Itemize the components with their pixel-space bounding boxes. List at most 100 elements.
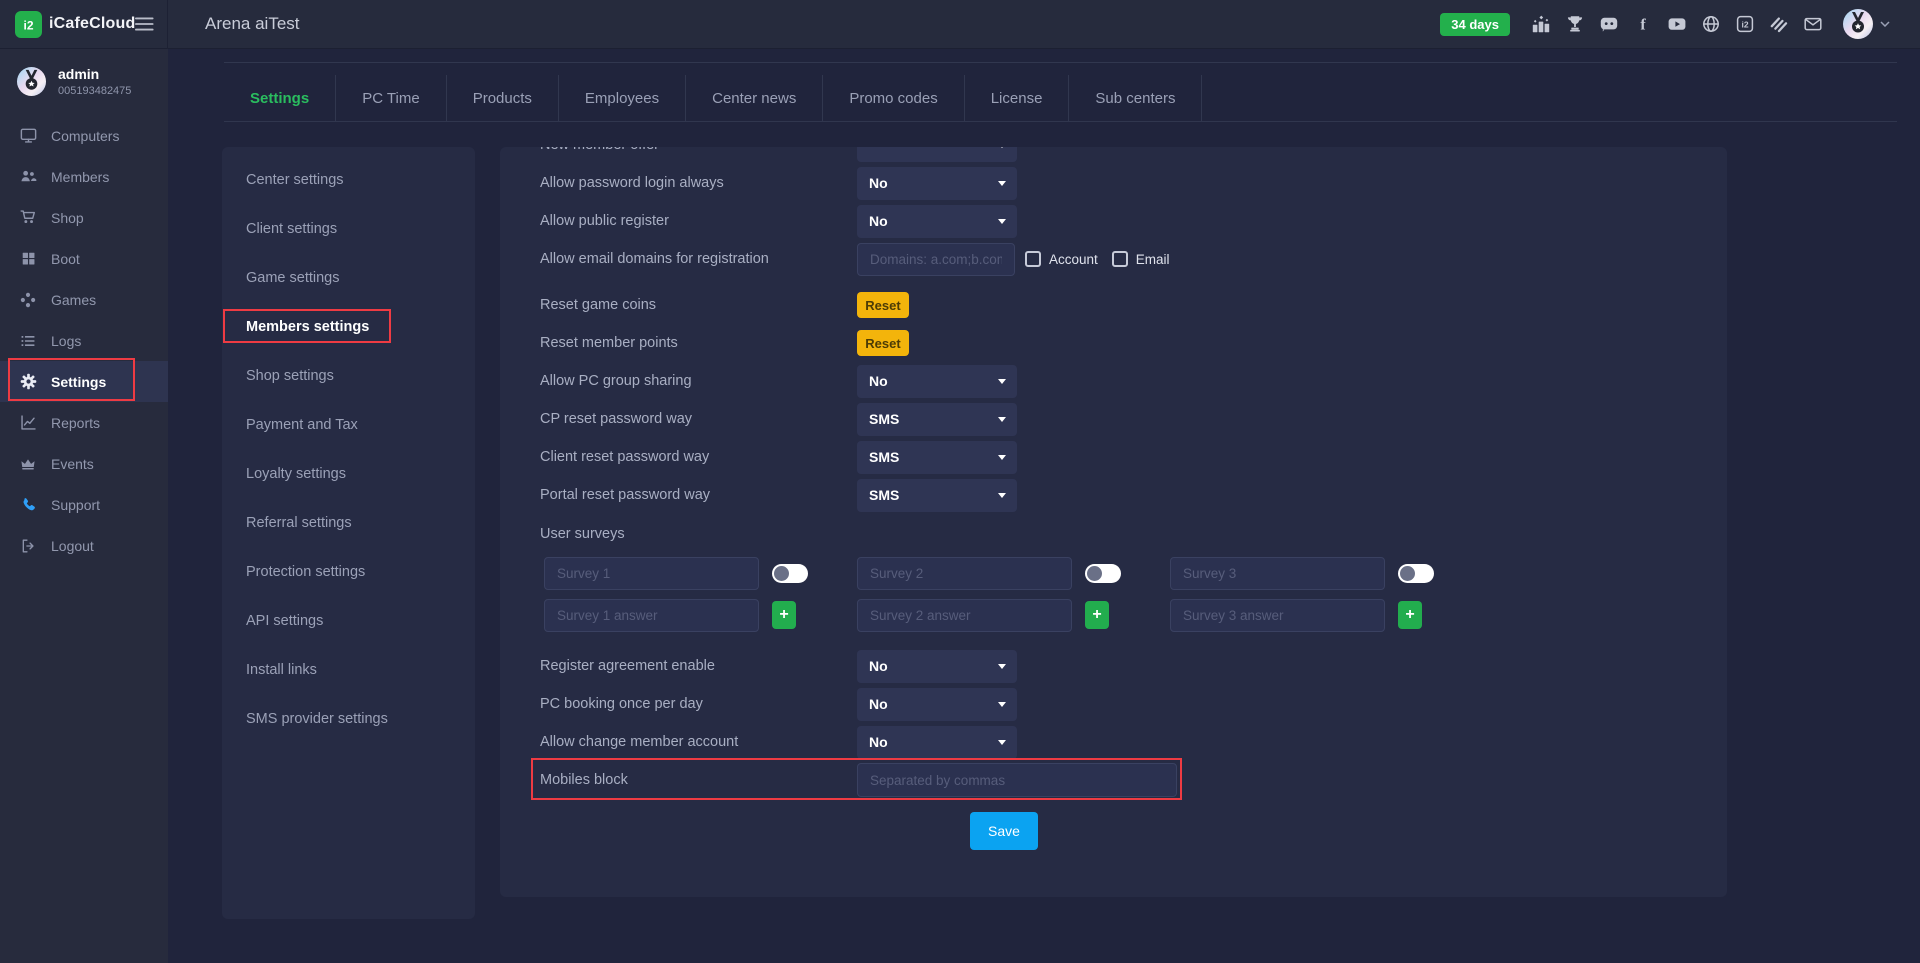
survey2-answer-input[interactable]	[857, 599, 1072, 632]
mail-icon[interactable]	[1802, 13, 1824, 35]
reset-member-points-button[interactable]: Reset	[857, 330, 909, 356]
field-label: Allow public register	[540, 213, 857, 229]
survey3-add-button[interactable]: +	[1398, 601, 1422, 629]
survey1-toggle[interactable]	[772, 564, 808, 583]
account-checkbox[interactable]	[1025, 251, 1041, 267]
menu-protection-settings[interactable]: Protection settings	[222, 547, 475, 596]
license-days-badge[interactable]: 34 days	[1440, 13, 1510, 36]
brand-name: iCafeCloud	[49, 15, 135, 33]
menu-sms-provider-settings[interactable]: SMS provider settings	[222, 694, 475, 743]
chevron-down-icon	[1880, 21, 1890, 27]
hamburger-menu-icon[interactable]	[135, 17, 154, 31]
survey1-answer-input[interactable]	[544, 599, 759, 632]
brand-logo[interactable]: i2 iCafeCloud	[15, 11, 135, 38]
field-label: New member offer	[540, 147, 857, 153]
field-label: Client reset password way	[540, 449, 857, 465]
tab-sub-centers[interactable]: Sub centers	[1069, 75, 1202, 121]
email-checkbox[interactable]	[1112, 251, 1128, 267]
change-member-account-select[interactable]: No	[857, 726, 1017, 759]
cp-reset-password-select[interactable]: SMS	[857, 403, 1017, 436]
mobiles-block-input[interactable]	[857, 763, 1177, 797]
gear-icon	[18, 372, 38, 392]
svg-text:i2: i2	[1741, 19, 1748, 29]
new-member-offer-select[interactable]	[857, 147, 1017, 162]
email-domains-input[interactable]	[857, 243, 1015, 276]
sidebar-item-members[interactable]: Members	[0, 156, 168, 197]
menu-payment-and-tax[interactable]: Payment and Tax	[222, 400, 475, 449]
tab-settings[interactable]: Settings	[224, 75, 336, 121]
pc-group-sharing-select[interactable]: No	[857, 365, 1017, 398]
tab-pc-time[interactable]: PC Time	[336, 75, 447, 121]
survey3-input[interactable]	[1170, 557, 1385, 590]
youtube-icon[interactable]	[1666, 13, 1688, 35]
field-label: Reset game coins	[540, 297, 857, 313]
sidebar-item-support[interactable]: Support	[0, 484, 168, 525]
sidebar-item-events[interactable]: Events	[0, 443, 168, 484]
sidebar-item-games[interactable]: Games	[0, 279, 168, 320]
members-settings-form: New member offer Allow password login al…	[500, 147, 1727, 897]
field-label: PC booking once per day	[540, 696, 857, 712]
pc-booking-select[interactable]: No	[857, 688, 1017, 721]
sidebar-item-label: Reports	[51, 415, 100, 431]
form-row-email-domains: Allow email domains for registration Acc…	[500, 240, 1727, 278]
reset-game-coins-button[interactable]: Reset	[857, 292, 909, 318]
client-reset-password-select[interactable]: SMS	[857, 441, 1017, 474]
menu-shop-settings[interactable]: Shop settings	[222, 351, 475, 400]
discord-icon[interactable]	[1598, 13, 1620, 35]
logo-area: i2 iCafeCloud	[0, 0, 168, 49]
globe-icon[interactable]	[1700, 13, 1722, 35]
sidebar-item-logs[interactable]: Logs	[0, 320, 168, 361]
menu-loyalty-settings[interactable]: Loyalty settings	[222, 449, 475, 498]
pages-icon[interactable]	[1768, 13, 1790, 35]
account-checkbox-label: Account	[1049, 252, 1098, 267]
sidebar-item-computers[interactable]: Computers	[0, 115, 168, 156]
sidebar-item-settings[interactable]: Settings	[0, 361, 168, 402]
tab-promo-codes[interactable]: Promo codes	[823, 75, 964, 121]
survey2-input[interactable]	[857, 557, 1072, 590]
user-menu[interactable]	[1842, 8, 1890, 40]
form-row-portal-reset-password: Portal reset password way SMS	[500, 476, 1727, 514]
menu-client-settings[interactable]: Client settings	[222, 204, 475, 253]
menu-referral-settings[interactable]: Referral settings	[222, 498, 475, 547]
menu-members-settings[interactable]: Members settings	[222, 302, 475, 351]
form-row-pc-group-sharing: Allow PC group sharing No	[500, 362, 1727, 400]
menu-install-links[interactable]: Install links	[222, 645, 475, 694]
survey3-answer-input[interactable]	[1170, 599, 1385, 632]
icafecloud-icon[interactable]: i2	[1734, 13, 1756, 35]
register-agreement-select[interactable]: No	[857, 650, 1017, 683]
tab-employees[interactable]: Employees	[559, 75, 686, 121]
save-button[interactable]: Save	[970, 812, 1038, 850]
tab-products[interactable]: Products	[447, 75, 559, 121]
sidebar-item-label: Computers	[51, 128, 119, 144]
sidebar-item-shop[interactable]: Shop	[0, 197, 168, 238]
sidebar-item-boot[interactable]: Boot	[0, 238, 168, 279]
form-row-password-login: Allow password login always No	[500, 164, 1727, 202]
public-register-select[interactable]: No	[857, 205, 1017, 238]
form-row-client-reset-password: Client reset password way SMS	[500, 438, 1727, 476]
tab-center-news[interactable]: Center news	[686, 75, 823, 121]
facebook-icon[interactable]: f	[1632, 13, 1654, 35]
topbar-actions: 34 days	[1440, 8, 1920, 40]
menu-center-settings[interactable]: Center settings	[222, 155, 475, 204]
menu-game-settings[interactable]: Game settings	[222, 253, 475, 302]
save-row: Save	[970, 812, 1727, 850]
user-block[interactable]: admin 005193482475	[16, 66, 131, 97]
password-login-select[interactable]: No	[857, 167, 1017, 200]
tab-license[interactable]: License	[965, 75, 1070, 121]
sidebar-item-logout[interactable]: Logout	[0, 525, 168, 566]
ranking-icon[interactable]	[1530, 13, 1552, 35]
sidebar-item-reports[interactable]: Reports	[0, 402, 168, 443]
survey1-add-button[interactable]: +	[772, 601, 796, 629]
trophy-icon[interactable]	[1564, 13, 1586, 35]
portal-reset-password-select[interactable]: SMS	[857, 479, 1017, 512]
form-row-mobiles-block: Mobiles block	[500, 761, 1727, 799]
menu-api-settings[interactable]: API settings	[222, 596, 475, 645]
email-checkbox-label: Email	[1136, 252, 1170, 267]
cart-icon	[18, 208, 38, 228]
crown-icon	[18, 454, 38, 474]
field-label: CP reset password way	[540, 411, 857, 427]
survey2-add-button[interactable]: +	[1085, 601, 1109, 629]
survey2-toggle[interactable]	[1085, 564, 1121, 583]
survey3-toggle[interactable]	[1398, 564, 1434, 583]
survey1-input[interactable]	[544, 557, 759, 590]
